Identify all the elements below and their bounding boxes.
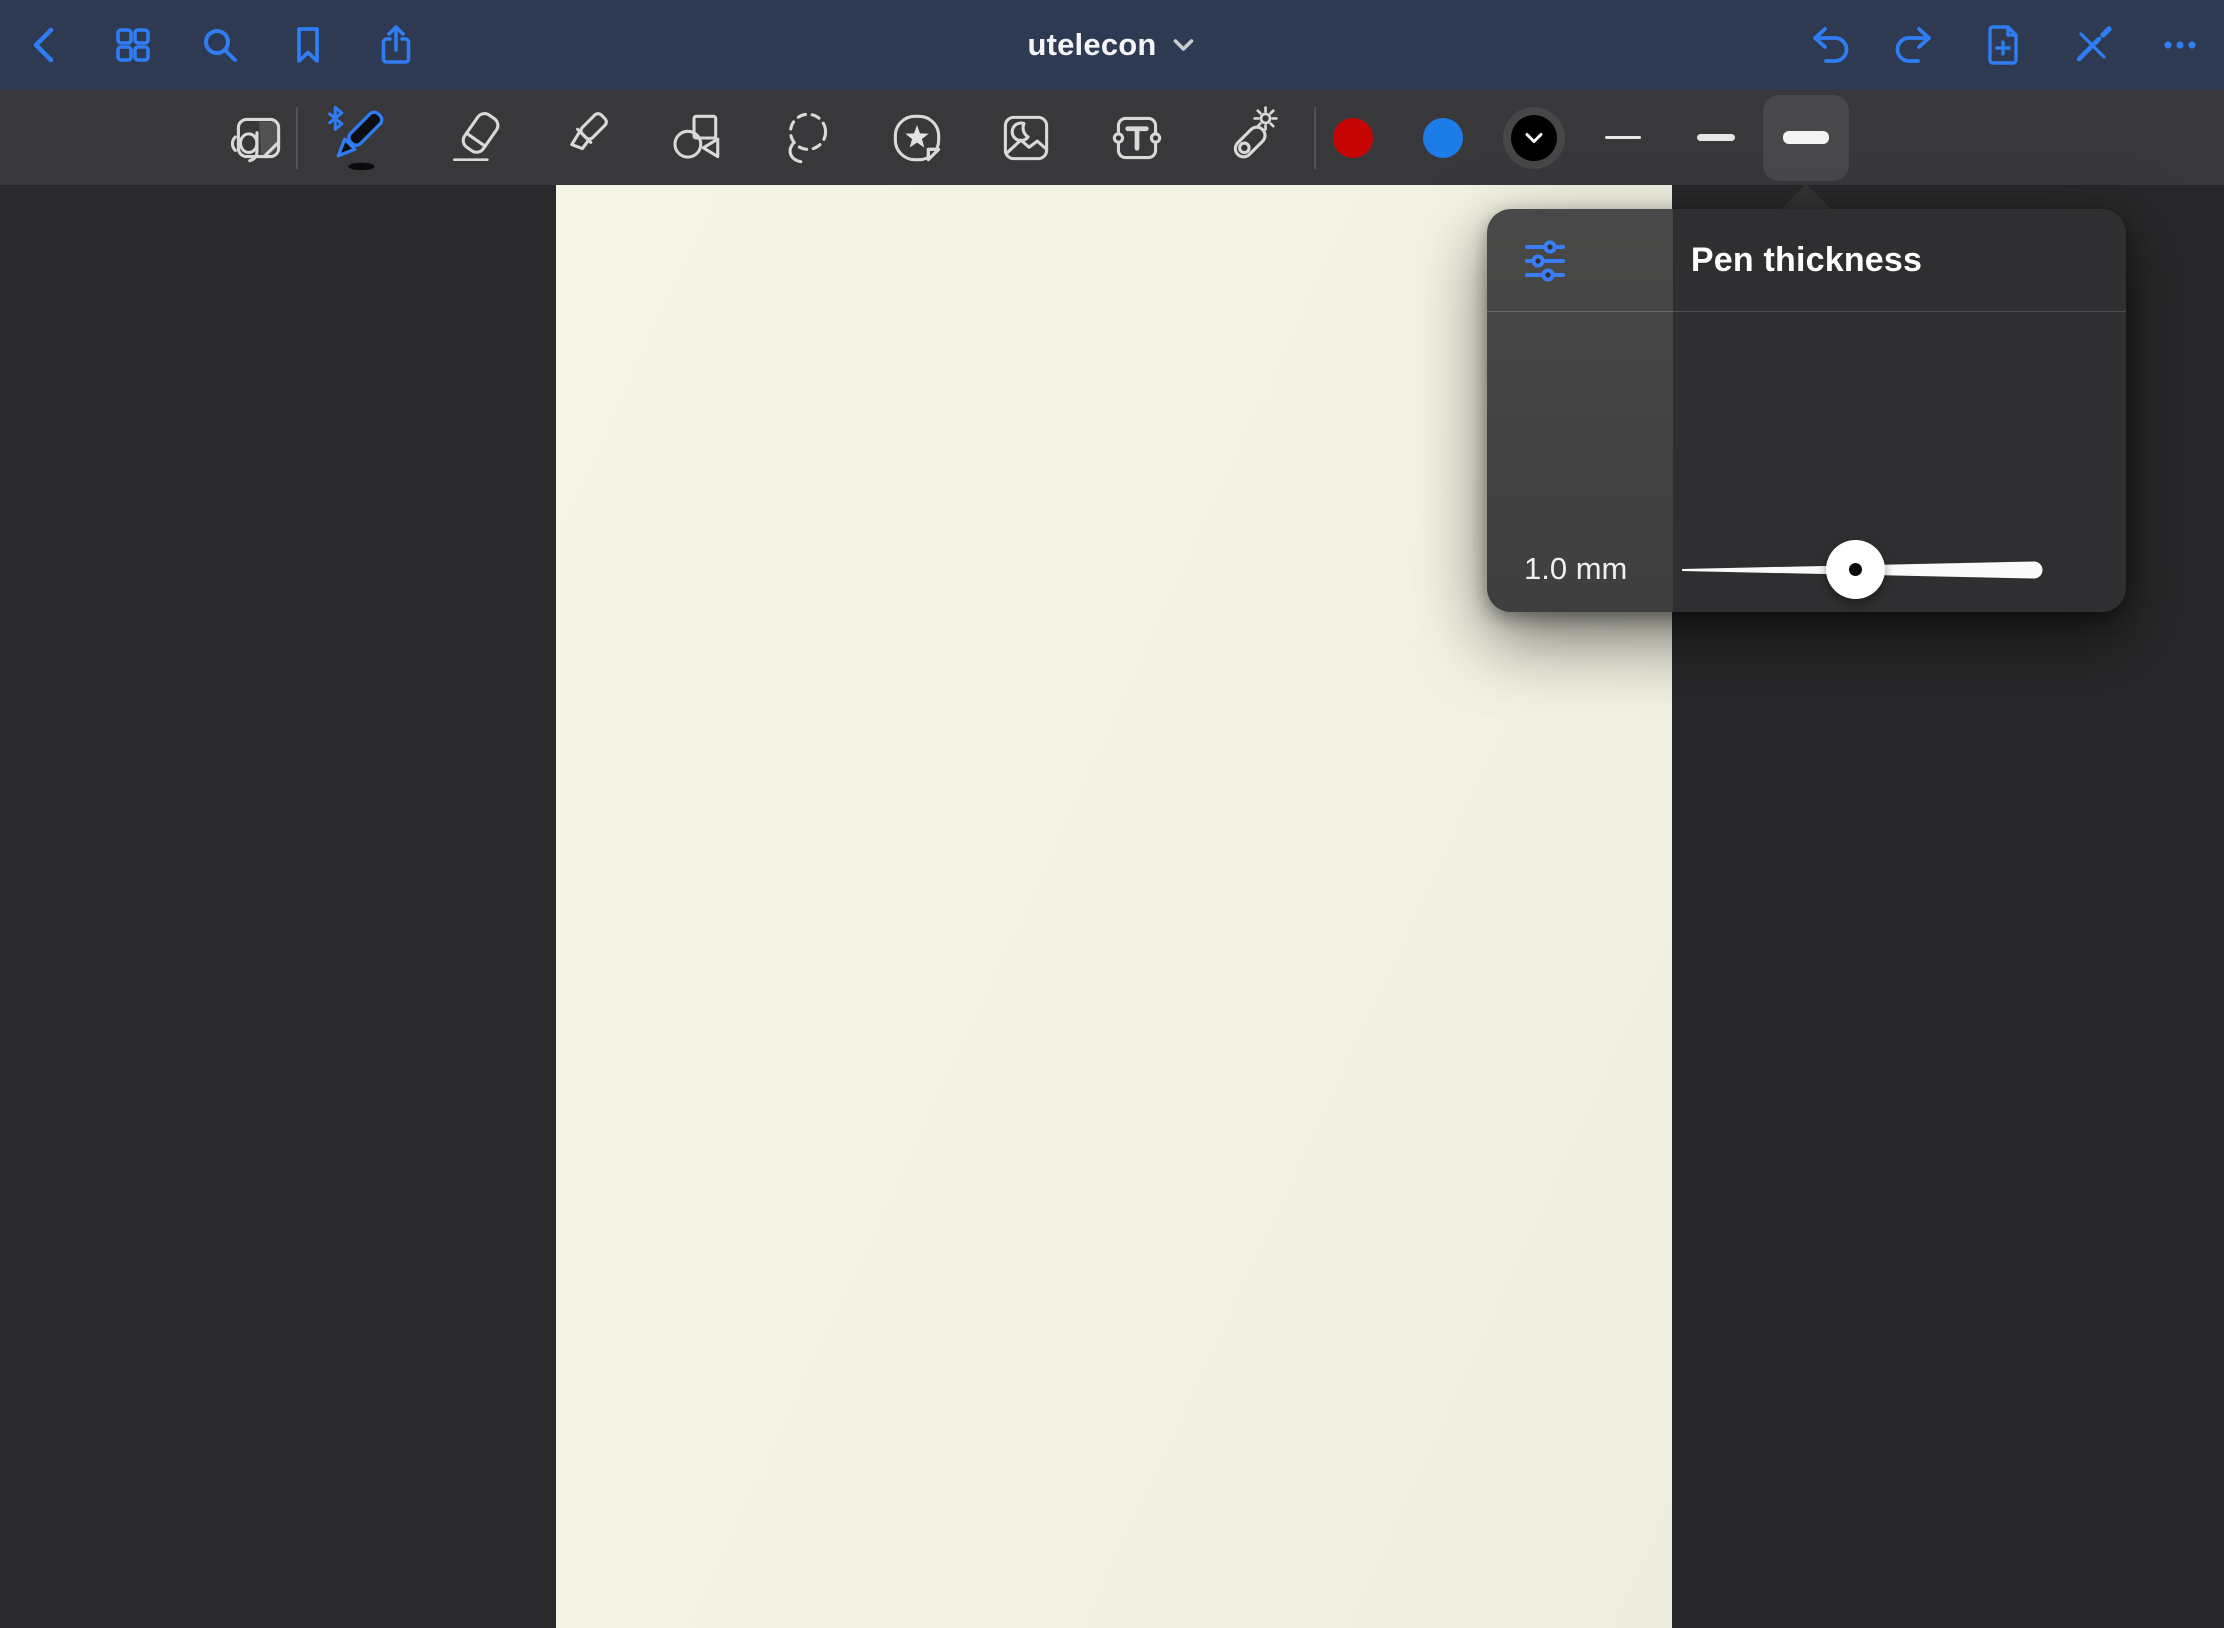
shapes-icon (660, 105, 726, 171)
toolbar-separator (1314, 107, 1316, 169)
text-tool-button[interactable] (1093, 95, 1181, 181)
medium-line-icon (1697, 134, 1735, 141)
tool-bar (0, 90, 2224, 185)
image-icon (993, 105, 1059, 171)
pen-crossed-icon (2069, 22, 2115, 68)
bookmark-icon (286, 23, 330, 67)
color-swatch-black-selected[interactable] (1503, 107, 1565, 169)
bookmark-button[interactable] (276, 13, 340, 77)
popover-title: Pen thickness (1487, 209, 2126, 311)
ellipsis-icon (2157, 22, 2203, 68)
thick-line-icon (1783, 131, 1829, 144)
pen-thickness-value: 1.0 mm (1524, 551, 1627, 587)
back-button[interactable] (13, 13, 77, 77)
popover-header: Pen thickness (1487, 209, 2126, 312)
app-screen: utelecon (0, 0, 2224, 1628)
highlighter-icon (549, 105, 615, 171)
search-button[interactable] (188, 13, 252, 77)
more-button[interactable] (2148, 13, 2212, 77)
chevron-left-icon (23, 23, 67, 67)
image-tool-button[interactable] (982, 95, 1070, 181)
thickness-medium-button[interactable] (1676, 95, 1756, 181)
slider-thumb[interactable] (1826, 540, 1885, 599)
color-swatch-red[interactable] (1333, 118, 1373, 158)
document-title-label: utelecon (1027, 27, 1156, 63)
thickness-thin-button[interactable] (1583, 95, 1663, 181)
highlighter-tool-button[interactable] (538, 95, 626, 181)
eraser-tool-button[interactable] (433, 95, 521, 181)
zoom-window-tool-button[interactable] (214, 95, 302, 181)
toolbar-separator (296, 107, 298, 169)
pen-thickness-slider[interactable] (1682, 510, 2059, 630)
pointer-tool-button[interactable] (1204, 95, 1292, 181)
sticker-star-icon (884, 105, 950, 171)
share-button[interactable] (364, 13, 428, 77)
black-color-circle (1511, 115, 1557, 161)
shapes-tool-button[interactable] (649, 95, 737, 181)
search-icon (198, 23, 242, 67)
grid-icon (111, 23, 155, 67)
zoom-window-icon (225, 105, 291, 171)
pen-tool-button[interactable] (312, 95, 400, 181)
thickness-thick-button-selected[interactable] (1763, 95, 1849, 181)
pen-thickness-controls: 1.0 mm (1487, 311, 2126, 511)
lasso-tool-button[interactable] (763, 95, 851, 181)
document-title[interactable]: utelecon (1027, 27, 1196, 63)
page-thumbnails-button[interactable] (101, 13, 165, 77)
popover-arrow (1779, 184, 1833, 211)
eraser-icon (444, 105, 510, 171)
chevron-down-icon (1171, 35, 1197, 55)
add-page-icon (1981, 22, 2027, 68)
thin-line-icon (1605, 136, 1641, 139)
share-icon (374, 23, 418, 67)
undo-icon (1805, 22, 1851, 68)
lasso-icon (774, 105, 840, 171)
pen-thickness-popover: Pen thickness 1.0 mm (1487, 209, 2126, 612)
canvas-background-left (0, 185, 556, 1628)
pen-icon (321, 103, 391, 173)
redo-icon (1893, 22, 1939, 68)
slider-thumb-dot (1849, 563, 1862, 576)
add-page-button[interactable] (1972, 13, 2036, 77)
laser-pointer-icon (1215, 105, 1281, 171)
chevron-down-icon (1523, 130, 1545, 146)
redo-button[interactable] (1884, 13, 1948, 77)
text-icon (1104, 105, 1170, 171)
color-swatch-blue[interactable] (1423, 118, 1463, 158)
elements-tool-button[interactable] (873, 95, 961, 181)
stylus-disabled-button[interactable] (2060, 13, 2124, 77)
nav-bar: utelecon (0, 0, 2224, 90)
undo-button[interactable] (1796, 13, 1860, 77)
